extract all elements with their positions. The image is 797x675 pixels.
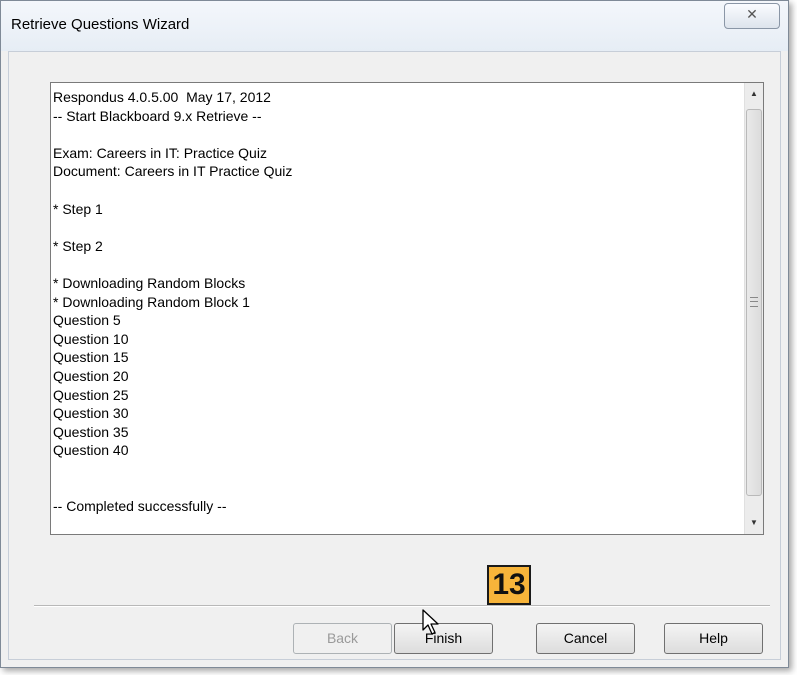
log-line: Question 30: [53, 405, 129, 422]
finish-button[interactable]: Finish: [394, 623, 493, 654]
log-line: Question 35: [53, 423, 129, 440]
log-line: Respondus 4.0.5.00 May 17, 2012: [53, 89, 271, 105]
cancel-button[interactable]: Cancel: [536, 623, 635, 654]
log-line: -- Completed successfully --: [53, 498, 227, 515]
help-button[interactable]: Help: [664, 623, 763, 654]
wizard-dialog: Retrieve Questions Wizard ✕ Respondus 4.…: [0, 0, 789, 668]
separator-line: [34, 605, 770, 607]
log-line: * Step 2: [53, 237, 103, 254]
log-line: * Downloading Random Block 1: [53, 293, 250, 310]
mouse-pointer-icon: [422, 609, 439, 635]
vertical-scrollbar[interactable]: ▲ ▼: [744, 83, 763, 534]
scroll-up-arrow-icon[interactable]: ▲: [745, 85, 763, 103]
step-callout-badge: 13: [487, 565, 531, 605]
dialog-client-area: Respondus 4.0.5.00 May 17, 2012 -- Start …: [8, 51, 781, 660]
log-textbox[interactable]: Respondus 4.0.5.00 May 17, 2012 -- Start …: [50, 82, 764, 535]
log-line: -- Start Blackboard 9.x Retrieve --: [53, 107, 262, 124]
log-text: Respondus 4.0.5.00 May 17, 2012 -- Start …: [53, 88, 741, 534]
scroll-thumb[interactable]: [746, 109, 762, 496]
log-line: Exam: Careers in IT: Practice Quiz: [53, 144, 267, 161]
log-line: Question 25: [53, 386, 129, 403]
close-icon: ✕: [746, 6, 758, 22]
close-button[interactable]: ✕: [724, 3, 780, 29]
log-line: Question 5: [53, 312, 121, 329]
log-line: * Downloading Random Blocks: [53, 274, 246, 291]
log-line: * Step 1: [53, 200, 103, 217]
log-line: Question 20: [53, 367, 129, 384]
log-line: Question 10: [53, 330, 129, 347]
window-title: Retrieve Questions Wizard: [11, 16, 190, 33]
log-line: Document: Careers in IT Practice Quiz: [53, 163, 293, 180]
title-bar: Retrieve Questions Wizard ✕: [1, 1, 788, 51]
scroll-down-arrow-icon[interactable]: ▼: [745, 514, 763, 532]
log-line: Question 40: [53, 442, 129, 459]
log-line: Question 15: [53, 349, 129, 366]
scroll-grip-icon: [750, 297, 758, 307]
back-button[interactable]: Back: [293, 623, 392, 654]
